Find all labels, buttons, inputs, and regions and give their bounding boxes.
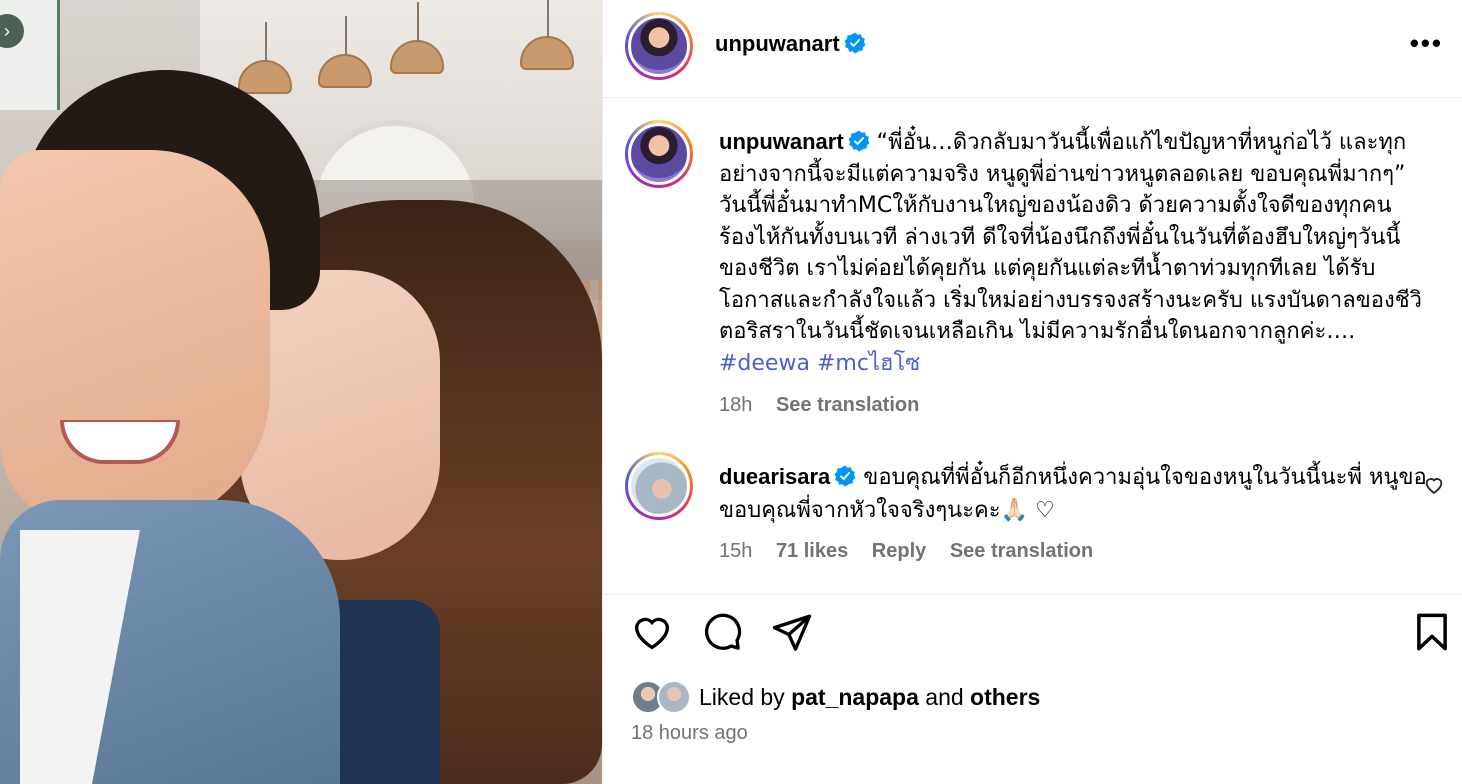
author-avatar[interactable] (625, 12, 693, 80)
commenter-avatar[interactable] (625, 452, 693, 520)
caption-body: “พี่อั๋น…ดิวกลับมาวันนี้เพื่อแก้ไขปัญหาท… (719, 130, 1422, 344)
caption-author-avatar[interactable] (625, 120, 693, 188)
caption-meta: 18h See translation (719, 394, 937, 417)
caption-author-username[interactable]: unpuwanart (719, 129, 870, 154)
author-username[interactable]: unpuwanart (715, 31, 866, 57)
liked-by-others-link[interactable]: others (970, 684, 1040, 710)
comment: duearisara ขอบคุณที่พี่อั๋นก็อีกหนึ่งควา… (719, 460, 1431, 527)
post-header: unpuwanart ••• (603, 0, 1462, 98)
caption-timestamp[interactable]: 18h (719, 394, 752, 416)
hashtag-link[interactable]: #deewa (719, 351, 810, 376)
verified-badge-icon (848, 130, 870, 152)
comment-bubble-icon[interactable] (701, 611, 743, 653)
liked-by-text: Liked by pat_napapa and others (699, 684, 1041, 710)
verified-badge-icon (844, 32, 866, 54)
post-details-panel: unpuwanart ••• unpuwanart “พี่อั๋น…ดิวกล… (602, 0, 1462, 784)
comment-like-heart-icon[interactable] (1423, 474, 1445, 496)
see-translation-link[interactable]: See translation (776, 394, 919, 416)
commenter-username[interactable]: duearisara (719, 464, 856, 489)
liker-avatars[interactable] (631, 680, 695, 714)
liked-by-user-link[interactable]: pat_napapa (791, 684, 919, 710)
paper-plane-icon[interactable] (771, 611, 813, 653)
heart-icon[interactable] (631, 611, 673, 653)
comment-see-translation-link[interactable]: See translation (950, 540, 1093, 562)
action-bar (603, 594, 1462, 674)
comment-reply-button[interactable]: Reply (872, 540, 926, 562)
bookmark-icon[interactable] (1411, 611, 1453, 653)
post-photo[interactable]: › (0, 0, 602, 784)
comment-likes-count[interactable]: 71 likes (776, 540, 848, 562)
caption: unpuwanart “พี่อั๋น…ดิวกลับมาวันนี้เพื่อ… (719, 126, 1429, 379)
hashtag-link[interactable]: #mcไฮโซ (817, 351, 920, 376)
photo-man-face (0, 150, 270, 530)
comment-timestamp[interactable]: 15h (719, 540, 752, 562)
verified-badge-icon (834, 465, 856, 487)
comment-meta: 15h 71 likes Reply See translation (719, 540, 1111, 563)
more-options-icon[interactable]: ••• (1410, 30, 1443, 56)
post-time-ago[interactable]: 18 hours ago (631, 722, 748, 745)
liker-avatar[interactable] (657, 680, 691, 714)
